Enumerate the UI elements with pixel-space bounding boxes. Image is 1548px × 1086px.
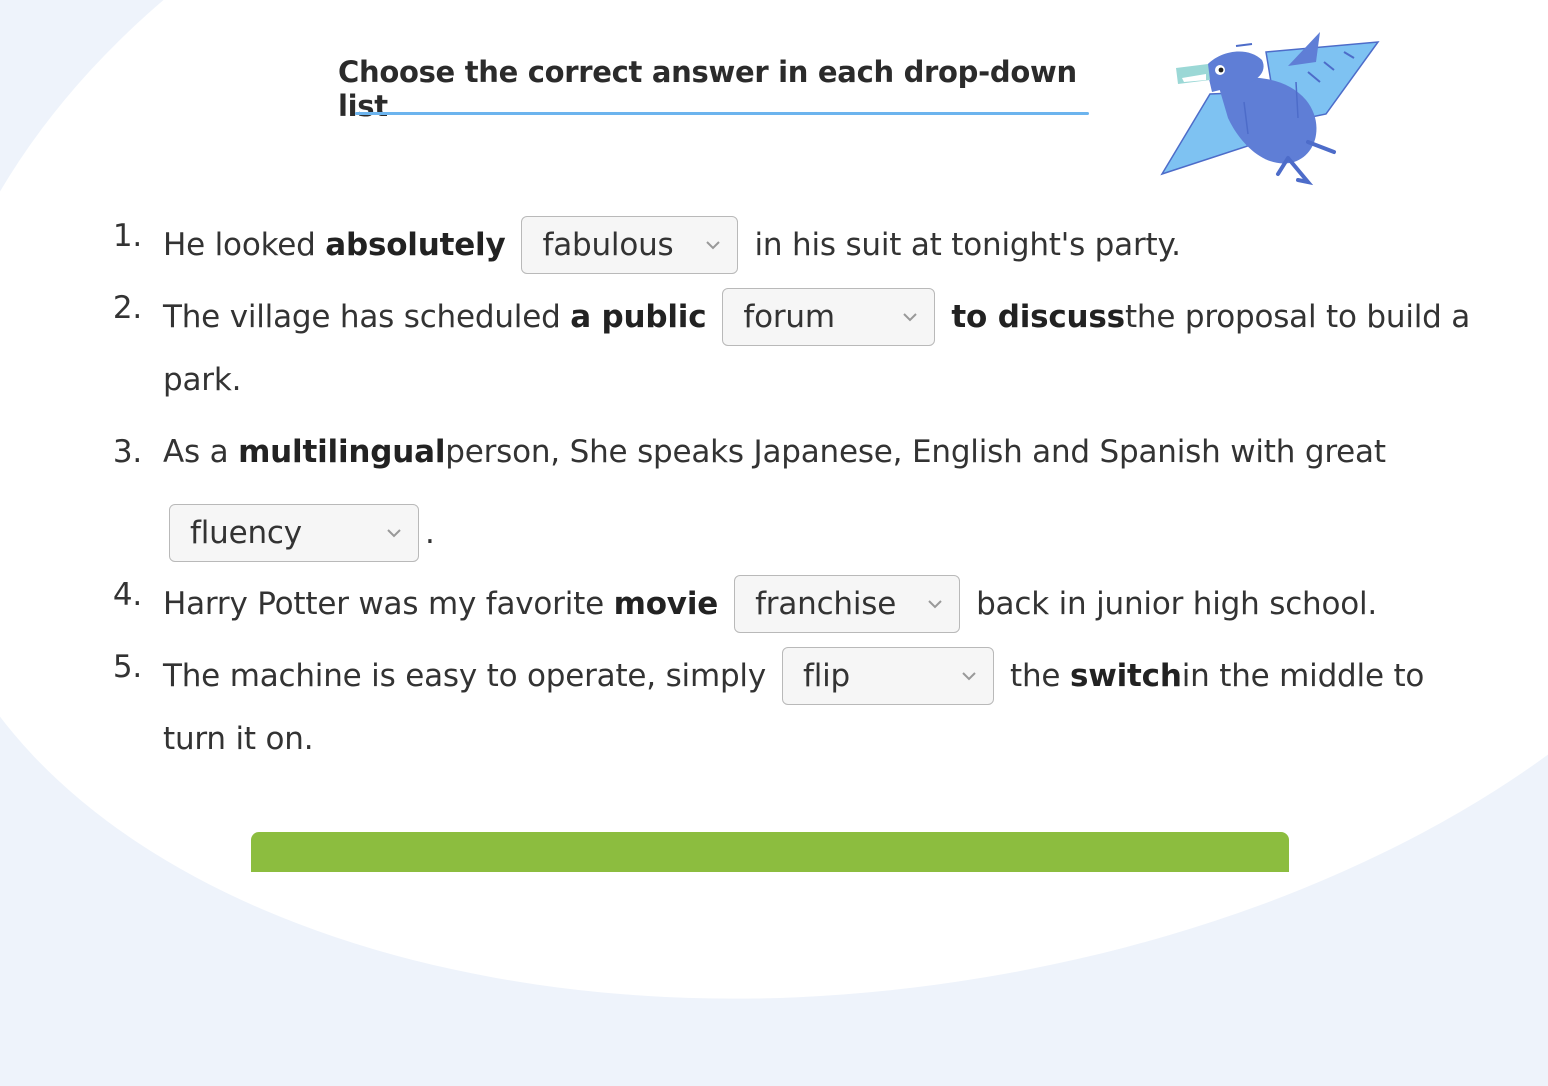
question-text: back in junior high school. — [976, 586, 1378, 622]
question-bold-text: a public — [570, 299, 707, 335]
question-text: The village has scheduled — [163, 299, 561, 335]
chevron-down-icon — [962, 672, 976, 681]
pterodactyl-icon — [1160, 32, 1380, 186]
answer-dropdown-5[interactable]: flip — [782, 647, 994, 705]
question-bold-text: to discuss — [951, 299, 1125, 335]
question-number: 5. — [112, 649, 142, 685]
question-text: the proposal to build a — [1124, 299, 1471, 335]
chevron-down-icon — [706, 241, 721, 250]
dropdown-value: fabulous — [542, 227, 674, 263]
question-number: 4. — [112, 577, 142, 613]
question-text: the — [1010, 658, 1061, 694]
dropdown-value: franchise — [755, 586, 897, 622]
chevron-down-icon — [387, 529, 401, 538]
title-underline — [355, 112, 1089, 115]
question-bold-text: multilingual — [238, 434, 446, 470]
question-text: in his suit at tonight's party. — [754, 227, 1181, 263]
question-text: . — [425, 515, 435, 551]
answer-dropdown-2[interactable]: forum — [722, 288, 936, 346]
question-bold-text: absolutely — [325, 227, 506, 263]
chevron-down-icon — [928, 600, 942, 609]
question-text: As a — [163, 434, 229, 470]
dropdown-value: flip — [803, 658, 851, 694]
submit-button[interactable] — [251, 832, 1289, 872]
question-bold-text: movie — [613, 586, 719, 622]
answer-dropdown-3[interactable]: fluency — [169, 504, 419, 562]
answer-dropdown-4[interactable]: franchise — [734, 575, 961, 633]
question-text: The machine is easy to operate, simply — [163, 658, 766, 694]
exercise-card: Choose the correct answer in each drop-d… — [0, 0, 1548, 872]
question-text: Harry Potter was my favorite — [163, 586, 604, 622]
dropdown-value: fluency — [190, 515, 302, 551]
question-number: 1. — [112, 218, 142, 254]
answer-dropdown-1[interactable]: fabulous — [521, 216, 739, 274]
dropdown-value: forum — [743, 299, 835, 335]
question-number: 3. — [112, 434, 142, 470]
question-text: in the middle to — [1181, 658, 1425, 694]
chevron-down-icon — [903, 313, 918, 322]
question-text: He looked — [163, 227, 316, 263]
question-number: 2. — [112, 290, 142, 326]
question-text: park. — [163, 362, 242, 398]
question-text: person, She speaks Japanese, English and… — [445, 434, 1386, 470]
question-text: turn it on. — [163, 721, 314, 757]
question-bold-text: switch — [1069, 658, 1182, 694]
